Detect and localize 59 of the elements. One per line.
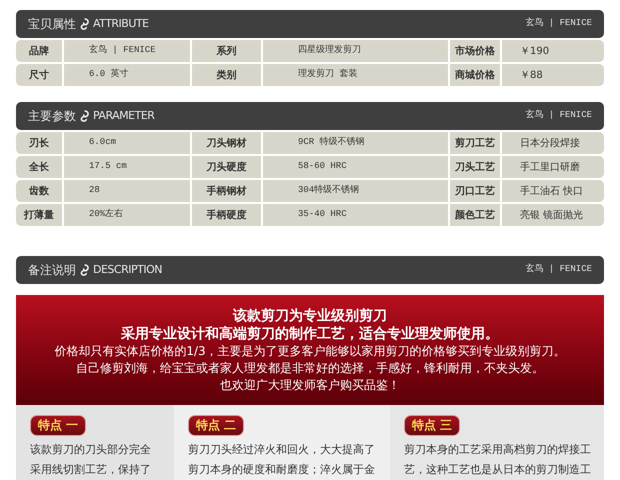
attribute-value: 28 [89, 184, 100, 198]
banner-text: 价格却只有实体店价格的1/3，主要是为了更多客户能够以家用剪刀的价格够买到专业级别剪刀。 [54, 343, 566, 360]
attribute-value: 手工里口研磨 [520, 160, 580, 174]
attribute-value: 6.0cm [89, 136, 116, 150]
attribute-label: 尺寸 [29, 68, 49, 82]
attribute-label: 手柄钢材 [206, 184, 246, 198]
feature-text: 剪刀刀头经过淬火和回火，大大提高了 剪刀本身的硬度和耐磨度；淬火属于金 [188, 442, 376, 478]
attribute-value: 9CR 特级不锈钢 [298, 136, 365, 150]
attribute-label: 全长 [29, 160, 49, 174]
attribute-label: 手柄硬度 [206, 208, 246, 222]
swirl-logo-icon [79, 110, 90, 122]
brand-label: 玄鸟 | FENICE [525, 263, 592, 276]
feature-text: 剪刀本身的工艺采用高档剪刀的焊接工 艺，这种工艺也是从日本的剪刀制造工 [404, 442, 592, 478]
attribute-label: 打薄量 [24, 208, 54, 222]
section-title: 宝贝属性 [28, 16, 76, 33]
attribute-label: 刃长 [29, 136, 49, 150]
attribute-label: 齿数 [29, 184, 49, 198]
attribute-label: 剪刀工艺 [455, 136, 495, 150]
section-subtitle: ATTRIBUTE [93, 16, 149, 32]
attribute-value: 手工油石 快口 [520, 184, 584, 198]
attribute-value: 17.5 cm [89, 160, 127, 174]
attribute-value: 35-40 HRC [298, 208, 347, 222]
attribute-label: 类别 [216, 68, 236, 82]
attribute-value: 6.0 英寸 [89, 68, 129, 82]
attribute-label: 刃口工艺 [455, 184, 495, 198]
attribute-value: ￥190 [520, 44, 550, 58]
attribute-value: 理发剪刀 套装 [298, 68, 358, 82]
section-title: 备注说明 [28, 262, 76, 279]
section-subtitle: PARAMETER [93, 108, 154, 124]
swirl-logo-icon [79, 18, 90, 30]
swirl-logo-icon [79, 264, 90, 276]
attribute-label: 商城价格 [455, 68, 495, 82]
attribute-label: 市场价格 [455, 44, 495, 58]
feature-badge: 特点 二 [188, 415, 244, 436]
attribute-label: 刀头工艺 [455, 160, 495, 174]
attribute-value: 玄鸟 | FENICE [89, 44, 156, 58]
banner-headline: 该款剪刀为专业级别剪刀 [233, 307, 387, 325]
attribute-label: 系列 [216, 44, 236, 58]
banner-text: 自己修剪刘海，给宝宝或者家人理发都是非常好的选择，手感好，锋利耐用，不夹头发。 [76, 360, 544, 377]
attribute-label: 品牌 [29, 44, 49, 58]
attribute-label: 刀头硬度 [206, 160, 246, 174]
section-title: 主要参数 [28, 108, 76, 125]
attribute-value: 58-60 HRC [298, 160, 347, 174]
banner-headline: 采用专业设计和高端剪刀的制作工艺，适合专业理发师使用。 [121, 325, 499, 343]
attribute-label: 刀头钢材 [206, 136, 246, 150]
attribute-value: 日本分段焊接 [520, 136, 580, 150]
banner-text: 也欢迎广大理发师客户购买品鉴！ [220, 377, 400, 394]
attribute-value: 四星级理发剪刀 [298, 44, 361, 58]
brand-label: 玄鸟 | FENICE [525, 17, 592, 30]
feature-badge: 特点 三 [404, 415, 460, 436]
attribute-value: 304特级不锈钢 [298, 184, 360, 198]
brand-label: 玄鸟 | FENICE [525, 109, 592, 122]
attribute-label: 颜色工艺 [455, 208, 495, 222]
attribute-value: 亮银 镜面抛光 [520, 208, 584, 222]
attribute-value: 20%左右 [89, 208, 124, 222]
attribute-value: ￥88 [520, 68, 543, 82]
feature-badge: 特点 一 [30, 415, 86, 436]
section-subtitle: DESCRIPTION [93, 262, 162, 278]
feature-text: 该款剪刀的刀头部分完全 采用线切割工艺，保持了 [30, 442, 152, 478]
